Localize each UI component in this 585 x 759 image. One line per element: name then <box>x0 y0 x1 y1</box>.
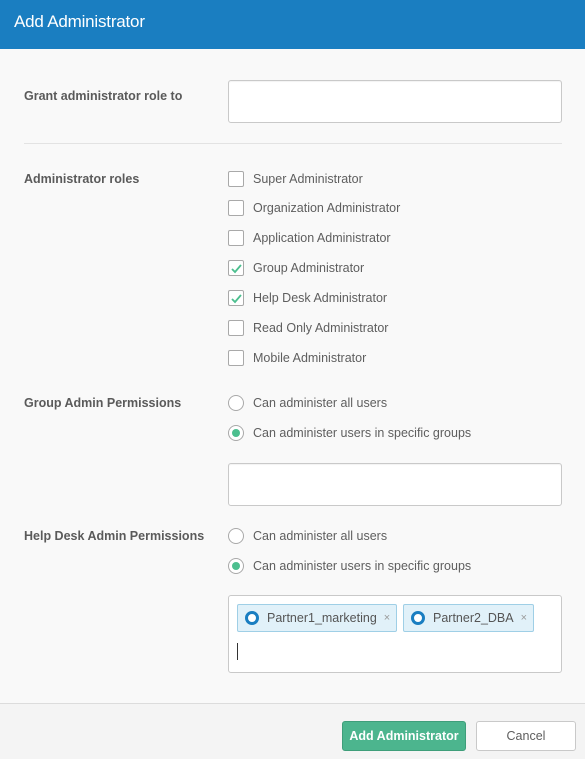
group-chip: Partner1_marketing × <box>237 604 398 632</box>
role-label: Application Administrator <box>253 231 391 245</box>
group-icon <box>411 611 425 625</box>
checkbox-unchecked-icon[interactable] <box>228 230 244 246</box>
radio-unselected-icon[interactable] <box>228 528 244 544</box>
chip-label: Partner1_marketing <box>267 611 377 625</box>
grant-user-input[interactable] <box>228 80 562 123</box>
helpdesk-perm-all-users[interactable]: Can administer all users <box>228 527 387 545</box>
role-readonly-admin[interactable]: Read Only Administrator <box>228 319 388 337</box>
group-chip: Partner2_DBA × <box>403 604 535 632</box>
dialog-header: Add Administrator <box>0 0 585 49</box>
dialog-footer: Add Administrator Cancel <box>0 703 585 759</box>
cancel-button[interactable]: Cancel <box>476 721 576 751</box>
chip-label: Partner2_DBA <box>433 611 514 625</box>
radio-selected-icon[interactable] <box>228 425 244 441</box>
helpdesk-groups-input[interactable]: Partner1_marketing × Partner2_DBA × <box>228 595 562 673</box>
divider <box>24 143 562 144</box>
option-label: Can administer all users <box>253 529 388 543</box>
role-super-admin[interactable]: Super Administrator <box>228 170 363 188</box>
grant-label: Grant administrator role to <box>24 89 183 103</box>
remove-chip-icon[interactable]: × <box>521 612 527 624</box>
role-label: Mobile Administrator <box>253 351 367 365</box>
role-label: Help Desk Administrator <box>253 291 388 305</box>
helpdesk-perm-specific-groups[interactable]: Can administer users in specific groups <box>228 557 471 575</box>
checkbox-checked-icon[interactable] <box>228 290 244 306</box>
checkbox-unchecked-icon[interactable] <box>228 350 244 366</box>
role-label: Group Administrator <box>253 261 365 275</box>
group-perm-all-users[interactable]: Can administer all users <box>228 394 387 412</box>
checkbox-unchecked-icon[interactable] <box>228 200 244 216</box>
group-perm-groups-input[interactable] <box>228 463 562 506</box>
role-mobile-admin[interactable]: Mobile Administrator <box>228 349 366 367</box>
remove-chip-icon[interactable]: × <box>384 612 390 624</box>
option-label: Can administer users in specific groups <box>253 559 472 573</box>
text-caret <box>237 643 238 660</box>
role-label: Read Only Administrator <box>253 321 389 335</box>
group-perms-label: Group Admin Permissions <box>24 396 182 410</box>
roles-label: Administrator roles <box>24 172 140 186</box>
checkbox-unchecked-icon[interactable] <box>228 171 244 187</box>
role-helpdesk-admin[interactable]: Help Desk Administrator <box>228 289 387 307</box>
role-app-admin[interactable]: Application Administrator <box>228 229 391 247</box>
radio-unselected-icon[interactable] <box>228 395 244 411</box>
helpdesk-perms-label: Help Desk Admin Permissions <box>24 529 205 543</box>
role-org-admin[interactable]: Organization Administrator <box>228 199 400 217</box>
checkbox-unchecked-icon[interactable] <box>228 320 244 336</box>
option-label: Can administer users in specific groups <box>253 426 472 440</box>
role-label: Organization Administrator <box>253 201 401 215</box>
group-icon <box>245 611 259 625</box>
add-administrator-button[interactable]: Add Administrator <box>342 721 466 751</box>
dialog-title: Add Administrator <box>14 12 145 31</box>
role-group-admin[interactable]: Group Administrator <box>228 259 364 277</box>
radio-selected-icon[interactable] <box>228 558 244 574</box>
option-label: Can administer all users <box>253 396 388 410</box>
checkbox-checked-icon[interactable] <box>228 260 244 276</box>
role-label: Super Administrator <box>253 172 363 186</box>
group-perm-specific-groups[interactable]: Can administer users in specific groups <box>228 424 471 442</box>
